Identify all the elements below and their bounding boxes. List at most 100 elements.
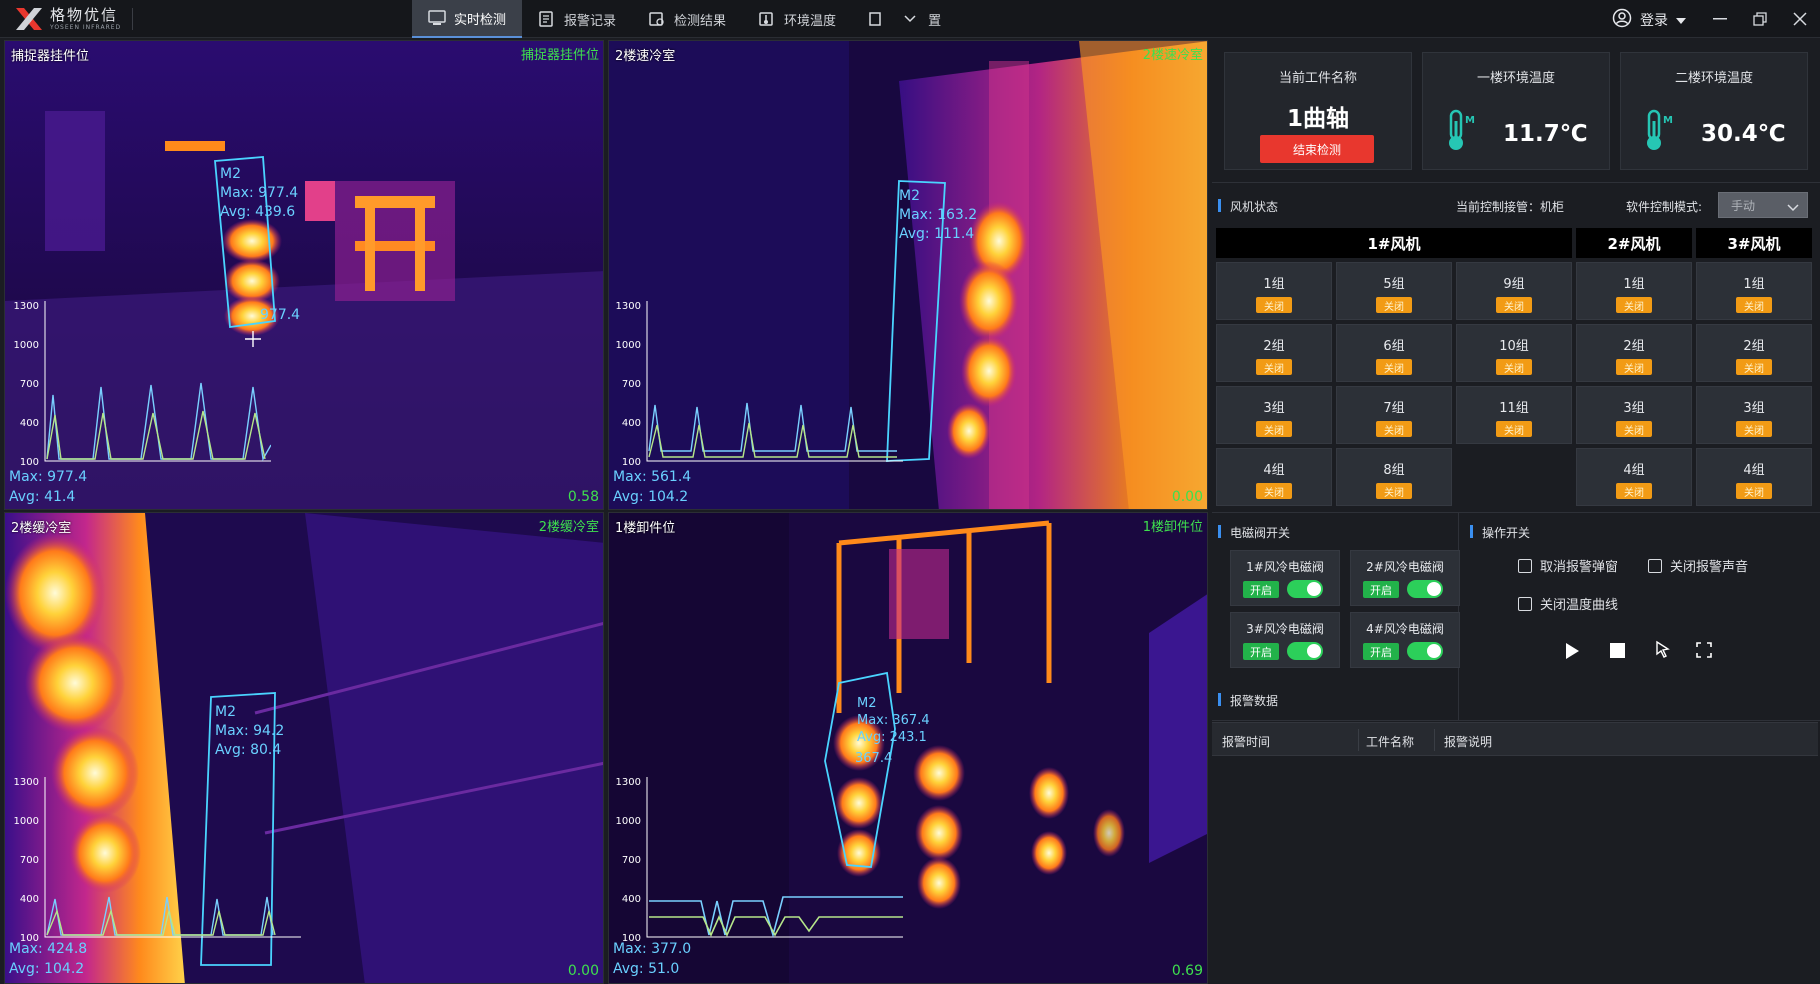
alarm-table-header: 报警时间 工件名称 报警说明 xyxy=(1212,722,1818,756)
floor1-temp-card: 一楼环境温度 M 11.7℃ xyxy=(1422,52,1610,170)
fan-group-name: 9组 xyxy=(1503,277,1525,292)
floor2-temp-title: 二楼环境温度 xyxy=(1674,71,1753,86)
tab-label: 环境温度 xyxy=(784,13,837,29)
valve-on-badge: 开启 xyxy=(1363,581,1399,598)
restore-icon xyxy=(1753,12,1767,26)
checkbox-label: 关闭报警声音 xyxy=(1670,560,1749,575)
fan-group-name: 2组 xyxy=(1743,339,1765,354)
fan-off-badge: 关闭 xyxy=(1736,483,1772,499)
fan-group-cell[interactable]: 8组 关闭 xyxy=(1336,448,1452,506)
tab-alarm-records[interactable]: 报警记录 xyxy=(522,0,632,38)
fan-off-badge: 关闭 xyxy=(1616,483,1652,499)
monitor-icon xyxy=(428,10,446,26)
workpiece-card: 当前工件名称 1曲轴 结束检测 xyxy=(1224,52,1412,170)
fan1-header: 1#风机 xyxy=(1216,228,1572,258)
valve-cell: 4#风冷电磁阀 开启 xyxy=(1350,612,1460,668)
fan-group-name: 4组 xyxy=(1263,463,1285,478)
user-icon xyxy=(1612,8,1632,32)
camera-avg-temp: Avg: 41.4 xyxy=(9,489,76,505)
camera-view-1[interactable]: 捕捉器挂件位 捕捉器挂件位 M2 Max: 977.4 Avg: 439.6 9… xyxy=(4,40,604,510)
end-detection-button[interactable]: 结束检测 xyxy=(1260,135,1374,163)
roi-avg: Avg: 243.1 xyxy=(857,730,927,745)
fan-group-cell[interactable]: 4组关闭 xyxy=(1696,448,1812,506)
camera-view-2[interactable]: 2楼速冷室 2楼速冷室 M2 Max: 163.2 Avg: 111.4 130… xyxy=(608,40,1208,510)
fullscreen-icon[interactable] xyxy=(1696,642,1712,662)
fan-group-name: 3组 xyxy=(1263,401,1285,416)
valve-on-badge: 开启 xyxy=(1243,581,1279,598)
control-mode-select[interactable]: 手动 xyxy=(1718,192,1808,218)
fan-group-cell[interactable]: 1组关闭 xyxy=(1576,262,1692,320)
fan-group-name: 10组 xyxy=(1499,339,1529,354)
fan-group-name: 1组 xyxy=(1623,277,1645,292)
camera-max-temp: Max: 424.8 xyxy=(9,941,88,957)
tab-env-temperature[interactable]: 环境温度 xyxy=(742,0,852,38)
mute-alarm-checkbox[interactable]: 关闭报警声音 xyxy=(1648,556,1748,575)
fan-group-cell[interactable]: 3组 关闭 xyxy=(1696,386,1812,444)
fan-group-cell[interactable]: 4组 关闭 xyxy=(1576,448,1692,506)
play-icon[interactable] xyxy=(1564,642,1580,664)
close-button[interactable] xyxy=(1780,0,1820,38)
fan-group-cell[interactable]: 7组 关闭 xyxy=(1336,386,1452,444)
fan-off-badge: 关闭 xyxy=(1496,297,1532,313)
fan-group-cell[interactable]: 1组 关闭 xyxy=(1216,262,1332,320)
axis-tick: 100 xyxy=(20,933,39,941)
fan-group-cell[interactable]: 4组 关闭 xyxy=(1216,448,1332,506)
valve-on-badge: 开启 xyxy=(1363,643,1399,660)
fan-off-badge: 关闭 xyxy=(1496,421,1532,437)
thermometer-icon xyxy=(758,11,776,27)
tab-realtime-detect[interactable]: 实时检测 xyxy=(412,0,523,38)
fan-group-cell[interactable]: 11组 关闭 xyxy=(1456,386,1572,444)
roi-name: M2 xyxy=(215,704,236,720)
app-logo: 格物优信 YOSEEN INFRARED xyxy=(14,6,121,32)
fan-group-cell[interactable]: 2组 关闭 xyxy=(1576,324,1692,382)
fan-group-cell[interactable]: 6组 关闭 xyxy=(1336,324,1452,382)
cancel-popup-checkbox[interactable]: 取消报警弹窗 xyxy=(1518,556,1618,575)
fan-group-cell[interactable]: 3组 关闭 xyxy=(1576,386,1692,444)
axis-tick: 400 xyxy=(20,894,39,905)
fan-group-cell[interactable]: 2组 关闭 xyxy=(1216,324,1332,382)
roi-readout: M2 Max: 367.4 Avg: 243.1 xyxy=(857,695,930,746)
close-icon xyxy=(1793,12,1807,26)
fan-group-cell[interactable]: 1组 关闭 xyxy=(1696,262,1812,320)
valve-toggle[interactable] xyxy=(1287,580,1323,598)
tab-label: 置 xyxy=(928,13,942,29)
valve-toggle[interactable] xyxy=(1287,642,1323,660)
result-icon xyxy=(648,11,666,27)
fan-off-badge: 关闭 xyxy=(1376,359,1412,375)
tab-detect-results[interactable]: 检测结果 xyxy=(632,0,742,38)
valve-section-heading: 电磁阀开关 xyxy=(1218,524,1290,541)
fan-group-cell[interactable]: 5组 关闭 xyxy=(1336,262,1452,320)
camera-avg-temp: Avg: 51.0 xyxy=(613,961,680,977)
fan-off-badge: 关闭 xyxy=(1616,297,1652,313)
fan-group-cell[interactable]: 9组关闭 xyxy=(1456,262,1572,320)
hide-curve-checkbox[interactable]: 关闭温度曲线 xyxy=(1518,594,1618,613)
roi-point-value: 367.4 xyxy=(855,751,893,766)
fan-group-name: 4组 xyxy=(1743,463,1765,478)
axis-tick: 1000 xyxy=(616,340,641,351)
login-button[interactable]: 登录 xyxy=(1612,8,1686,32)
dropdown-chevron-icon[interactable] xyxy=(904,12,916,27)
cursor-icon[interactable] xyxy=(1654,640,1672,662)
fan-group-cell[interactable]: 10组 关闭 xyxy=(1456,324,1572,382)
valve-toggle[interactable] xyxy=(1407,580,1443,598)
fan-group-cell[interactable]: 2组 关闭 xyxy=(1696,324,1812,382)
valve-cell: 3#风冷电磁阀 开启 xyxy=(1230,612,1340,668)
tab-settings[interactable]: 置 xyxy=(852,0,957,38)
camera-view-3[interactable]: 2楼缓冷室 2楼缓冷室 M2 Max: 94.2 Avg: 80.4 1300 … xyxy=(4,512,604,984)
roi-avg: Avg: 80.4 xyxy=(215,742,282,758)
control-mode-label: 软件控制模式: xyxy=(1626,200,1703,214)
restore-button[interactable] xyxy=(1740,0,1780,38)
fan-group-cell[interactable]: 3组 关闭 xyxy=(1216,386,1332,444)
temperature-curve: 1300 1000 700 400 100 xyxy=(14,301,271,465)
checkbox-label: 取消报警弹窗 xyxy=(1540,560,1619,575)
minimize-button[interactable] xyxy=(1700,0,1740,38)
settings-icon xyxy=(868,11,886,27)
roi-avg: Avg: 111.4 xyxy=(899,226,975,242)
valve-toggle[interactable] xyxy=(1407,642,1443,660)
camera-title: 2楼缓冷室 xyxy=(11,521,72,536)
floor1-temp-value: 11.7℃ xyxy=(1503,121,1588,147)
camera-avg-temp: Avg: 104.2 xyxy=(9,961,85,977)
stop-icon[interactable] xyxy=(1610,643,1625,662)
camera-view-4[interactable]: 1楼卸件位 1楼卸件位 M2 Max: 367.4 Avg: 243.1 367… xyxy=(608,512,1208,984)
camera-location-tag: 1楼卸件位 xyxy=(1142,520,1203,535)
